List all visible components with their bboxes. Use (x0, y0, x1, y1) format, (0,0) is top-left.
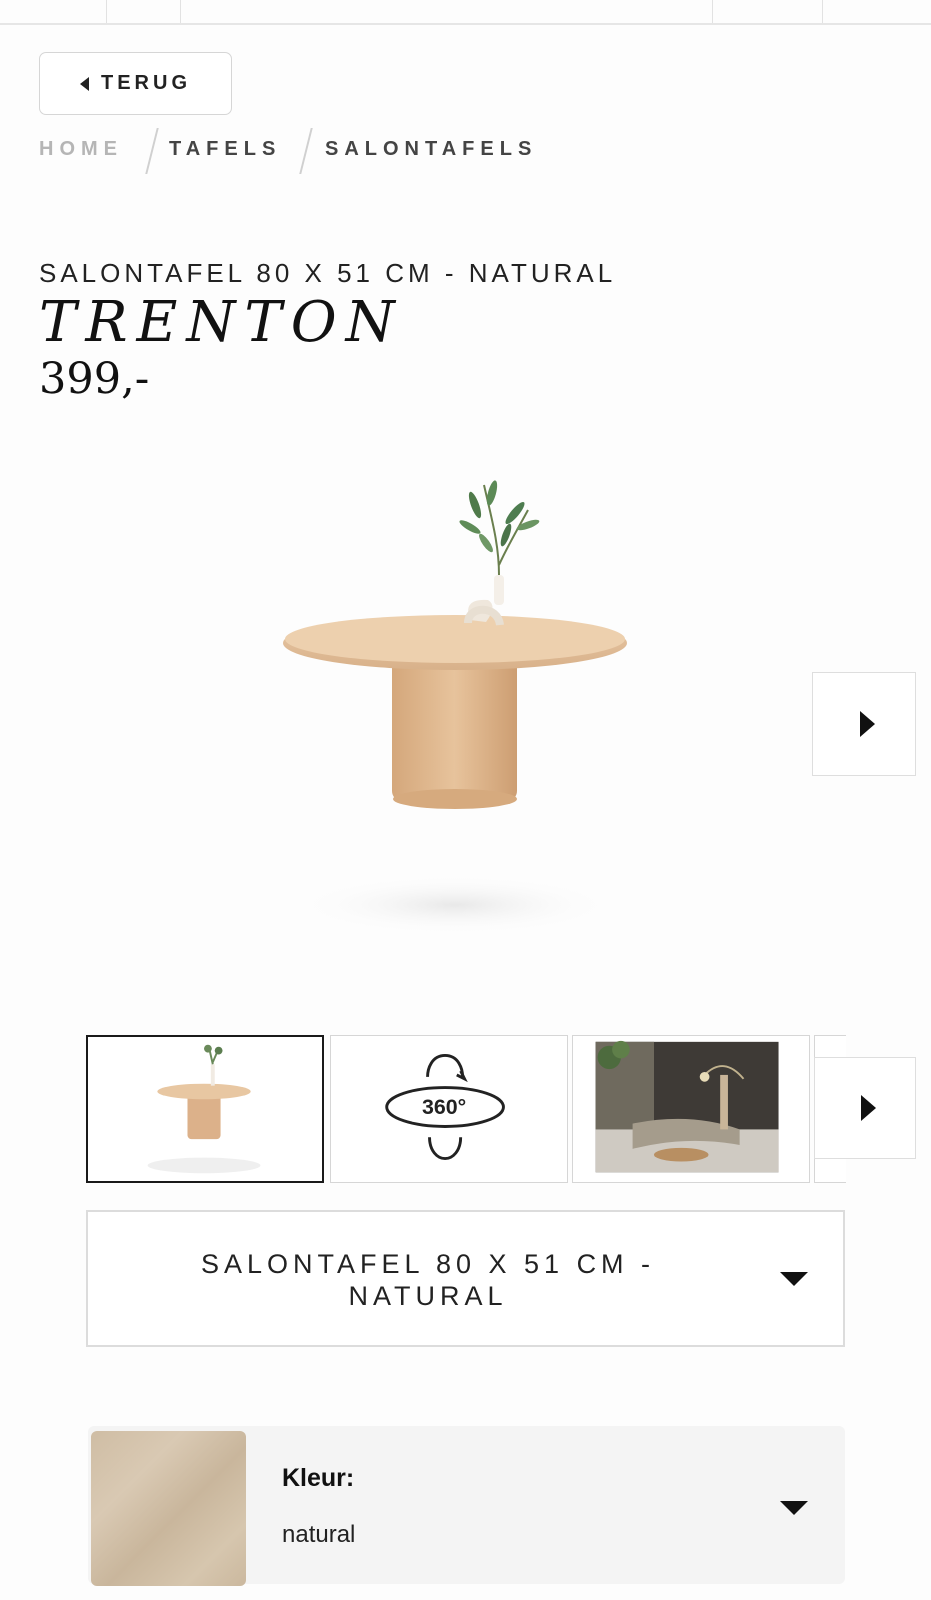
nav-divider (712, 0, 713, 23)
thumbnail-room-scene[interactable] (572, 1035, 810, 1183)
nav-divider (822, 0, 823, 23)
breadcrumb-separator (145, 128, 159, 174)
color-swatch (91, 1431, 246, 1586)
color-label: Kleur: (282, 1464, 355, 1492)
back-button[interactable]: TERUG (39, 52, 232, 115)
chevron-right-icon (859, 711, 875, 737)
chevron-down-icon (780, 1501, 808, 1515)
nav-divider (180, 0, 181, 23)
rotate-360-icon: 360° (385, 1054, 505, 1161)
thumbnails-next-button[interactable] (814, 1057, 916, 1159)
variant-dropdown[interactable]: SALONTAFEL 80 X 51 CM - NATURAL (86, 1210, 845, 1347)
top-navigation-bar (0, 0, 931, 25)
chevron-down-icon (780, 1272, 808, 1286)
room-scene-image (595, 1040, 779, 1173)
color-value: natural (282, 1521, 356, 1548)
color-dropdown[interactable]: Kleur: natural (88, 1426, 845, 1586)
product-name: TRENTON (39, 290, 404, 355)
chevron-left-icon (80, 76, 89, 91)
variant-selected-label: SALONTAFEL 80 X 51 CM - NATURAL (200, 1249, 656, 1311)
breadcrumb-tafels[interactable]: TAFELS (169, 138, 281, 161)
back-button-label: TERUG (101, 72, 191, 94)
table-thumbnail-image (147, 1044, 261, 1174)
breadcrumb-separator (299, 128, 313, 174)
product-price: 399,- (39, 354, 150, 404)
gallery-thumbnails: 360° (86, 1035, 846, 1185)
breadcrumb-home[interactable]: HOME (39, 138, 123, 161)
breadcrumb: HOME TAFELS SALONTAFELS (39, 128, 739, 174)
chevron-right-icon (860, 1095, 876, 1121)
thumbnail-360-view[interactable]: 360° (330, 1035, 568, 1183)
gallery-next-button[interactable] (812, 672, 916, 776)
product-main-image[interactable] (270, 465, 650, 955)
breadcrumb-salontafels[interactable]: SALONTAFELS (325, 138, 537, 161)
label-360: 360° (422, 1095, 466, 1119)
nav-divider (106, 0, 107, 23)
thumbnail-product[interactable] (86, 1035, 324, 1183)
product-subtitle: SALONTAFEL 80 X 51 CM - NATURAL (39, 258, 617, 288)
